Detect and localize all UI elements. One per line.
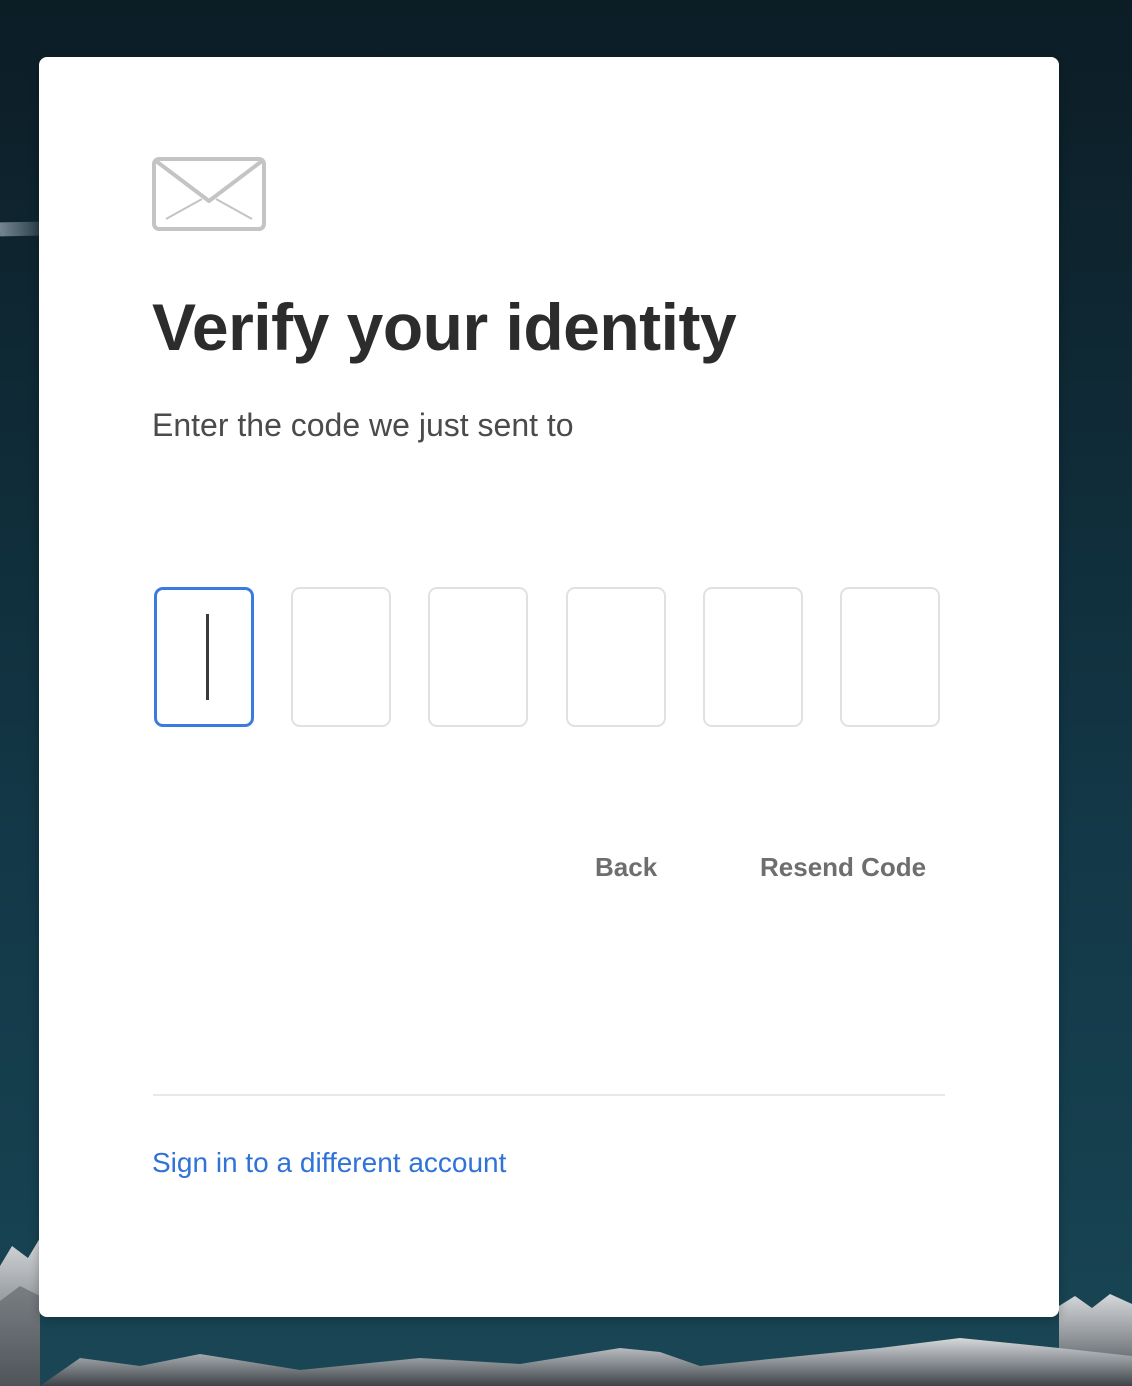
code-digit-5[interactable]: [703, 587, 803, 727]
divider: [153, 1094, 945, 1096]
code-digit-4[interactable]: [566, 587, 666, 727]
sign-in-different-account-link[interactable]: Sign in to a different account: [152, 1147, 506, 1179]
code-digit-2[interactable]: [291, 587, 391, 727]
action-buttons: Back Resend Code: [39, 852, 1059, 892]
verification-code-input: [154, 587, 946, 731]
back-button[interactable]: Back: [595, 852, 657, 883]
code-digit-3[interactable]: [428, 587, 528, 727]
code-digit-1[interactable]: [154, 587, 254, 727]
page-title: Verify your identity: [152, 290, 737, 364]
resend-code-button[interactable]: Resend Code: [760, 852, 926, 883]
mail-envelope-icon: [152, 157, 266, 231]
verification-card: Verify your identity Enter the code we j…: [39, 57, 1059, 1317]
background-streak: [0, 221, 41, 237]
text-caret: [206, 614, 209, 700]
code-digit-6[interactable]: [840, 587, 940, 727]
instruction-text: Enter the code we just sent to: [152, 407, 574, 443]
